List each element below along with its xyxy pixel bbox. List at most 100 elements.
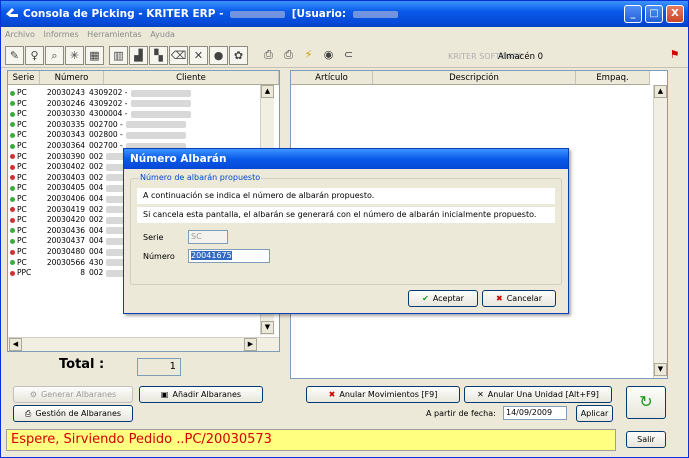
cell-cliente: 004 [89, 247, 104, 256]
column-header-numero[interactable]: Número [40, 71, 104, 85]
traffic-light-icon[interactable]: ● [209, 46, 228, 65]
cell-serie: PC [17, 225, 27, 235]
asterisk-icon[interactable]: ✳ [65, 46, 84, 65]
menu-informes[interactable]: Informes [43, 30, 78, 39]
column-header-cliente[interactable]: Cliente [104, 71, 279, 85]
refresh-button[interactable]: ↻ [626, 386, 666, 419]
salir-button[interactable]: Salir [626, 431, 666, 448]
chart-icon[interactable]: ▟ [129, 46, 148, 65]
toolbar: ✎ ♀ ⌕ ✳ ▦ ▥ ▟ ▚ ⌫ ✕ ● ✿ ⎙ ⎙ ⚡ ◉ ⊂ KRITER… [1, 42, 688, 68]
cancelar-button[interactable]: ✖ Cancelar [482, 290, 556, 307]
close-button[interactable]: X [666, 5, 684, 23]
generar-albaranes-button[interactable]: ⚙ Generar Albaranes [13, 386, 133, 403]
aplicar-button[interactable]: Aplicar [576, 405, 613, 422]
scroll-left-button[interactable]: ◀ [9, 338, 22, 351]
redacted-text [125, 121, 186, 129]
menu-bar: Archivo Informes Herramientas Ayuda [1, 27, 688, 42]
eraser-icon[interactable]: ⌫ [169, 46, 188, 65]
scroll-down-button[interactable]: ▼ [261, 321, 274, 334]
total-value: 1 [137, 358, 181, 376]
numero-field[interactable]: 20041675 [188, 249, 270, 263]
docs-icon[interactable]: ▚ [149, 46, 168, 65]
column-header-empaq[interactable]: Empaq. [576, 71, 650, 85]
aceptar-button[interactable]: ✔ Aceptar [408, 290, 478, 307]
serie-label: Serie [143, 233, 164, 242]
menu-ayuda[interactable]: Ayuda [150, 30, 175, 39]
cell-numero: 20030406 [46, 194, 85, 203]
status-dot-icon [10, 238, 15, 244]
open-icon[interactable]: ✎ [5, 46, 24, 65]
serie-field[interactable]: SC [188, 230, 228, 244]
cell-numero: 20030335 [46, 119, 85, 129]
table-row[interactable]: PC 20030246 4309202 - [10, 99, 194, 108]
scroll-right-button[interactable]: ▶ [244, 338, 257, 351]
status-dot-icon [10, 101, 15, 107]
cell-serie: PC [17, 257, 27, 267]
group-label: Número de albarán propuesto [139, 173, 262, 182]
red-x-icon: ✖ [496, 294, 503, 303]
fecha-input[interactable]: 14/09/2009 [503, 406, 567, 420]
menu-herramientas[interactable]: Herramientas [87, 30, 142, 39]
exit-icon[interactable]: ⚑ [665, 46, 684, 65]
anular-movimientos-button[interactable]: ✖ Anular Movimientos [F9] [306, 386, 460, 403]
cell-numero: 20030403 [46, 172, 85, 182]
scroll-up-button[interactable]: ▲ [654, 85, 667, 98]
status-bar: Espere, Sirviendo Pedido ..PC/20030573 [6, 429, 616, 451]
printer-icon: ⎙ [24, 409, 32, 418]
table-row[interactable]: PC 20030243 4309202 - [10, 88, 194, 97]
cell-cliente: 002 [89, 151, 104, 161]
anadir-albaranes-button[interactable]: ▣ Añadir Albaranes [139, 386, 263, 403]
scroll-down-button[interactable]: ▼ [654, 363, 667, 376]
cell-serie: PC [17, 194, 27, 203]
table-row[interactable]: PC 20030343 002800 - [10, 130, 189, 139]
grid-icon[interactable]: ▦ [85, 46, 104, 65]
status-dot-icon [10, 154, 15, 160]
proposed-number-group: Número de albarán propuesto A continuaci… [130, 173, 562, 285]
status-dot-icon [10, 196, 15, 202]
status-dot-icon [10, 270, 15, 276]
red-x-icon: ✖ [328, 390, 336, 399]
anular-unidad-button[interactable]: ✕ Anular Una Unidad [Alt+F9] [464, 386, 612, 403]
scroll-up-button[interactable]: ▲ [261, 85, 274, 98]
column-header-articulo[interactable]: Artículo [291, 71, 373, 85]
disk-icon[interactable]: ◉ [319, 46, 338, 65]
column-header-serie[interactable]: Serie [8, 71, 40, 85]
cell-numero: 20030436 [46, 225, 85, 235]
app-icon [6, 8, 18, 17]
cell-numero: 20030566 [46, 257, 85, 267]
horizontal-scrollbar[interactable]: ◀ ▶ [8, 337, 279, 351]
cell-numero: 20030480 [46, 247, 85, 256]
delete-icon[interactable]: ✕ [189, 46, 208, 65]
add-doc-icon: ▣ [160, 390, 169, 399]
cell-cliente: 002 [89, 172, 104, 182]
cell-serie: PC [17, 204, 27, 214]
maximize-button[interactable]: □ [645, 5, 663, 23]
preview-icon[interactable]: ⌕ [45, 46, 64, 65]
vertical-scrollbar[interactable]: ▲ ▼ [653, 85, 667, 378]
lightbulb-icon[interactable]: ♀ [25, 46, 44, 65]
cell-numero: 20030405 [46, 183, 85, 193]
cell-serie: PC [17, 119, 27, 129]
table-row[interactable]: PC 20030330 4300004 - [10, 109, 194, 118]
window-title-user: [Usuario: [291, 8, 347, 20]
gestion-albaranes-button[interactable]: ⎙ Gestión de Albaranes [13, 405, 133, 422]
settings-icon[interactable]: ✿ [229, 46, 248, 65]
checkmark-icon: ✔ [422, 294, 429, 303]
cell-numero: 20030330 [46, 109, 85, 119]
column-header-descripcion[interactable]: Descripción [373, 71, 576, 85]
menu-archivo[interactable]: Archivo [5, 30, 35, 39]
print-preview-icon[interactable]: ⎙ [279, 46, 298, 65]
printer-icon[interactable]: ⎙ [259, 46, 278, 65]
status-dot-icon [10, 228, 15, 234]
x-icon: ✕ [477, 390, 484, 399]
minimize-button[interactable]: _ [624, 5, 642, 23]
cell-numero: 20030246 [46, 98, 85, 108]
connection-icon[interactable]: ⊂ [339, 46, 358, 65]
status-dot-icon [10, 132, 15, 138]
lightning-icon[interactable]: ⚡ [299, 46, 318, 65]
cell-cliente: 4309202 - [89, 98, 128, 108]
table-icon[interactable]: ▥ [109, 46, 128, 65]
status-dot-icon [10, 111, 15, 117]
redacted-text [125, 131, 186, 139]
table-row[interactable]: PC 20030335 002700 - [10, 120, 189, 129]
